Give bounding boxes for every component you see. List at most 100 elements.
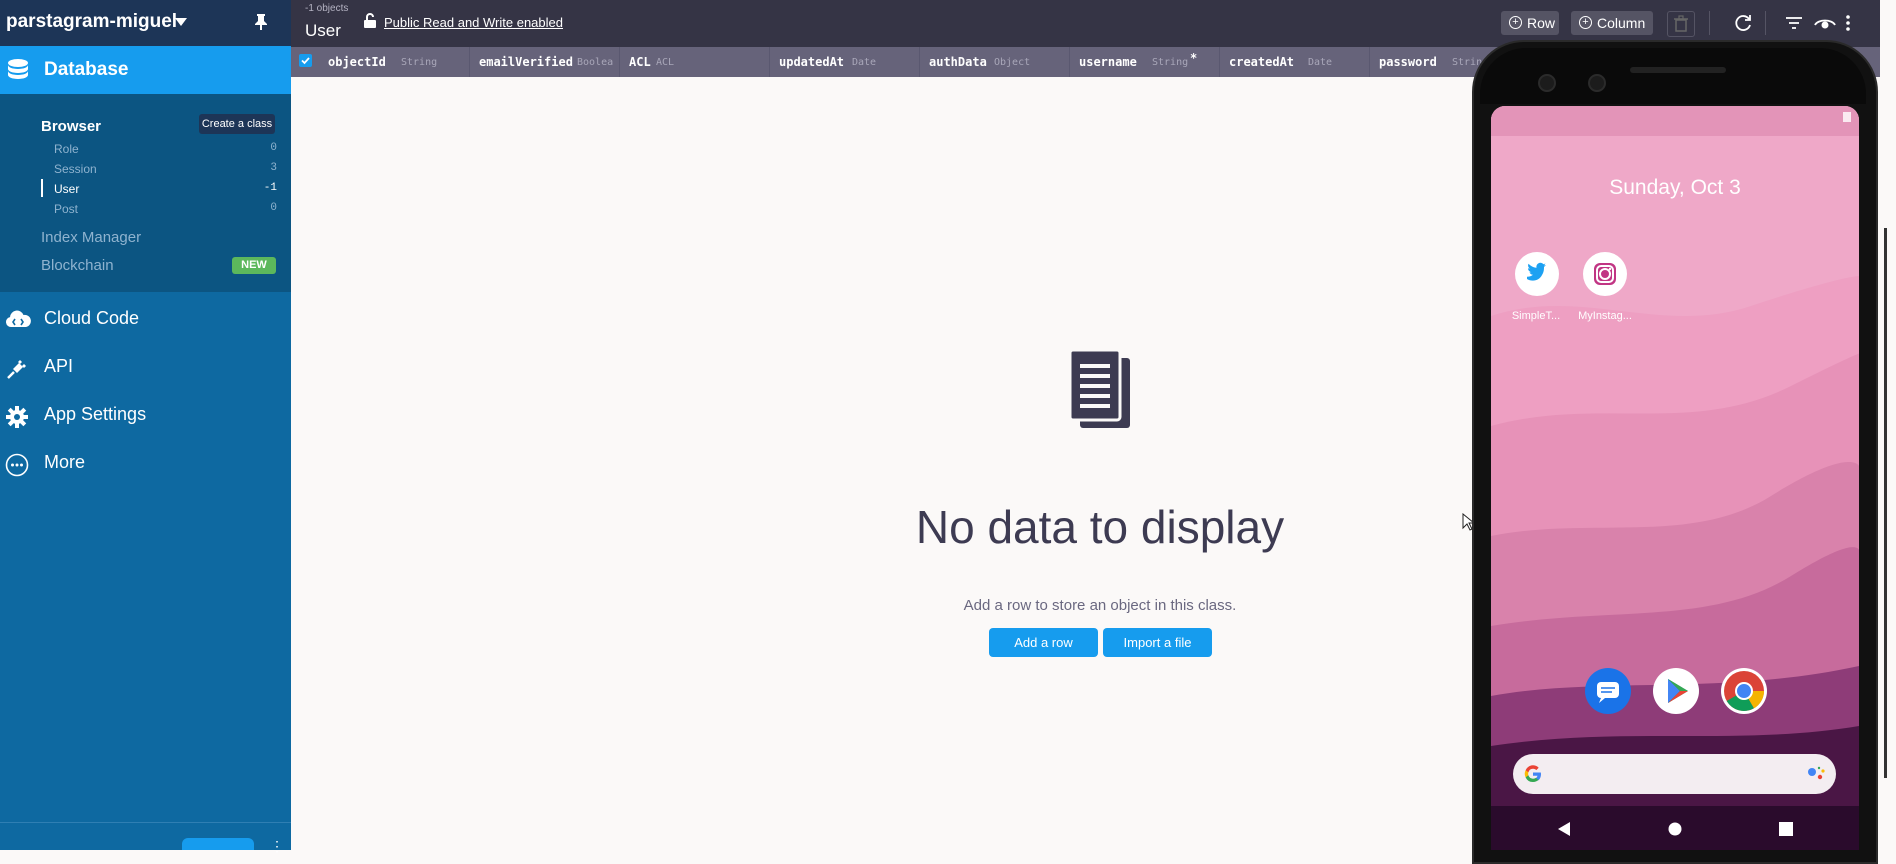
column-name: authData <box>929 55 987 69</box>
nav-more[interactable]: More <box>0 443 291 483</box>
toolbar-divider <box>1765 11 1766 35</box>
nav-more-label: More <box>44 452 86 472</box>
class-count: -1 <box>263 182 277 194</box>
column-name: username <box>1079 55 1137 69</box>
plug-icon <box>7 360 26 379</box>
nav-api[interactable]: API <box>0 347 291 387</box>
app-name[interactable]: parstagram-miguel <box>6 11 177 33</box>
caret-down-icon[interactable] <box>175 18 187 26</box>
sidebar: parstagram-miguel Database Browser Creat… <box>0 0 291 854</box>
eye-icon[interactable] <box>1814 13 1836 33</box>
chrome-icon[interactable] <box>1721 668 1767 714</box>
column-updatedat[interactable]: updatedAt Date <box>770 47 920 77</box>
window-edge <box>1880 0 1896 850</box>
class-count: 0 <box>270 202 277 214</box>
add-row-button[interactable]: + Row <box>1501 11 1559 35</box>
more-icon <box>5 453 29 477</box>
toolbar-divider <box>1709 11 1710 35</box>
footer-menu-icon[interactable]: ⋮ <box>270 838 284 855</box>
class-count: 3 <box>270 162 277 174</box>
nav-app-settings-label: App Settings <box>44 404 147 424</box>
app-switcher[interactable]: parstagram-miguel <box>0 0 291 46</box>
messages-icon[interactable] <box>1585 668 1631 714</box>
lockscreen-date: Sunday, Oct 3 <box>1609 176 1741 199</box>
phone-screen[interactable]: Sunday, Oct 3 SimpleT... MyInstag... <box>1491 106 1859 850</box>
nav-database[interactable]: Database <box>0 46 291 94</box>
add-column-button[interactable]: + Column <box>1571 11 1653 35</box>
required-mark: * <box>1190 51 1198 65</box>
class-item-session[interactable]: Session 3 <box>41 159 279 179</box>
column-acl[interactable]: ACL ACL <box>620 47 770 77</box>
class-item-user[interactable]: User -1 <box>41 179 279 199</box>
check-icon <box>301 57 310 65</box>
filter-icon[interactable] <box>1785 13 1803 33</box>
create-class-button[interactable]: Create a class <box>199 114 275 134</box>
google-icon <box>1524 765 1541 783</box>
class-item-role[interactable]: Role 0 <box>41 139 279 159</box>
google-search-bar[interactable] <box>1513 754 1836 794</box>
add-column-label: Column <box>1597 15 1646 31</box>
column-name: updatedAt <box>779 55 845 69</box>
scrollbar[interactable] <box>1884 228 1887 778</box>
android-nav-bar <box>1491 806 1859 850</box>
wallpaper-landscape <box>1491 106 1859 850</box>
twitter-icon[interactable] <box>1515 252 1559 296</box>
class-name: User <box>54 182 80 196</box>
import-file-button[interactable]: Import a file <box>1103 628 1212 657</box>
column-username[interactable]: username String * <box>1070 47 1220 77</box>
column-type: Date <box>852 57 877 68</box>
column-objectid[interactable]: objectId String <box>319 47 470 77</box>
footer-button[interactable] <box>182 838 254 850</box>
add-a-row-button[interactable]: Add a row <box>989 628 1098 657</box>
refresh-icon[interactable] <box>1733 13 1753 33</box>
battery-icon <box>1843 112 1851 122</box>
column-type: String <box>401 57 438 68</box>
plus-circle-icon: + <box>1509 16 1522 29</box>
files-icon <box>1068 348 1130 428</box>
index-manager-link[interactable]: Index Manager <box>41 229 141 246</box>
column-name: ACL <box>629 55 651 69</box>
front-sensor-icon <box>1588 74 1606 92</box>
pin-icon[interactable] <box>254 13 268 31</box>
class-count: 0 <box>270 142 277 154</box>
browser-label[interactable]: Browser <box>41 118 101 135</box>
instagram-icon[interactable] <box>1583 252 1627 296</box>
class-item-post[interactable]: Post 0 <box>41 199 279 219</box>
blockchain-link[interactable]: Blockchain <box>41 257 114 274</box>
recents-icon[interactable] <box>1779 822 1793 836</box>
add-row-label: Row <box>1527 15 1556 31</box>
column-type: String <box>1152 57 1189 68</box>
empty-state-subtitle: Add a row to store an object in this cla… <box>963 597 1237 614</box>
nav-api-label: API <box>44 356 74 376</box>
more-vertical-icon[interactable] <box>1845 13 1851 33</box>
column-authdata[interactable]: authData Object <box>920 47 1070 77</box>
delete-button[interactable] <box>1667 11 1695 37</box>
assistant-icon[interactable] <box>1805 764 1827 784</box>
back-icon[interactable] <box>1557 821 1571 837</box>
app-label: SimpleT... <box>1511 310 1561 322</box>
column-type: Boolea <box>577 57 614 68</box>
play-store-icon[interactable] <box>1653 668 1699 714</box>
column-name: createdAt <box>1229 55 1295 69</box>
cloud-code-icon <box>5 310 31 327</box>
class-name: Role <box>54 142 79 156</box>
unlock-icon[interactable] <box>363 13 377 29</box>
phone-top-bezel <box>1480 48 1866 104</box>
nav-app-settings[interactable]: App Settings <box>0 395 291 435</box>
nav-database-label: Database <box>44 59 129 80</box>
class-name: Post <box>54 202 79 216</box>
nav-cloud-code[interactable]: Cloud Code <box>0 299 291 339</box>
column-emailverified[interactable]: emailVerified Boolea <box>470 47 620 77</box>
app-label: MyInstag... <box>1578 310 1632 322</box>
class-name: Session <box>54 162 97 176</box>
class-title: User <box>305 21 341 40</box>
home-icon[interactable] <box>1668 822 1682 836</box>
front-camera-icon <box>1538 74 1556 92</box>
database-icon <box>8 59 28 79</box>
select-all-checkbox[interactable] <box>299 54 312 67</box>
permissions-link[interactable]: Public Read and Write enabled <box>384 15 563 30</box>
column-type: ACL <box>656 57 675 68</box>
column-createdat[interactable]: createdAt Date <box>1220 47 1370 77</box>
new-badge: NEW <box>232 257 276 274</box>
object-count: -1 objects <box>305 3 349 14</box>
